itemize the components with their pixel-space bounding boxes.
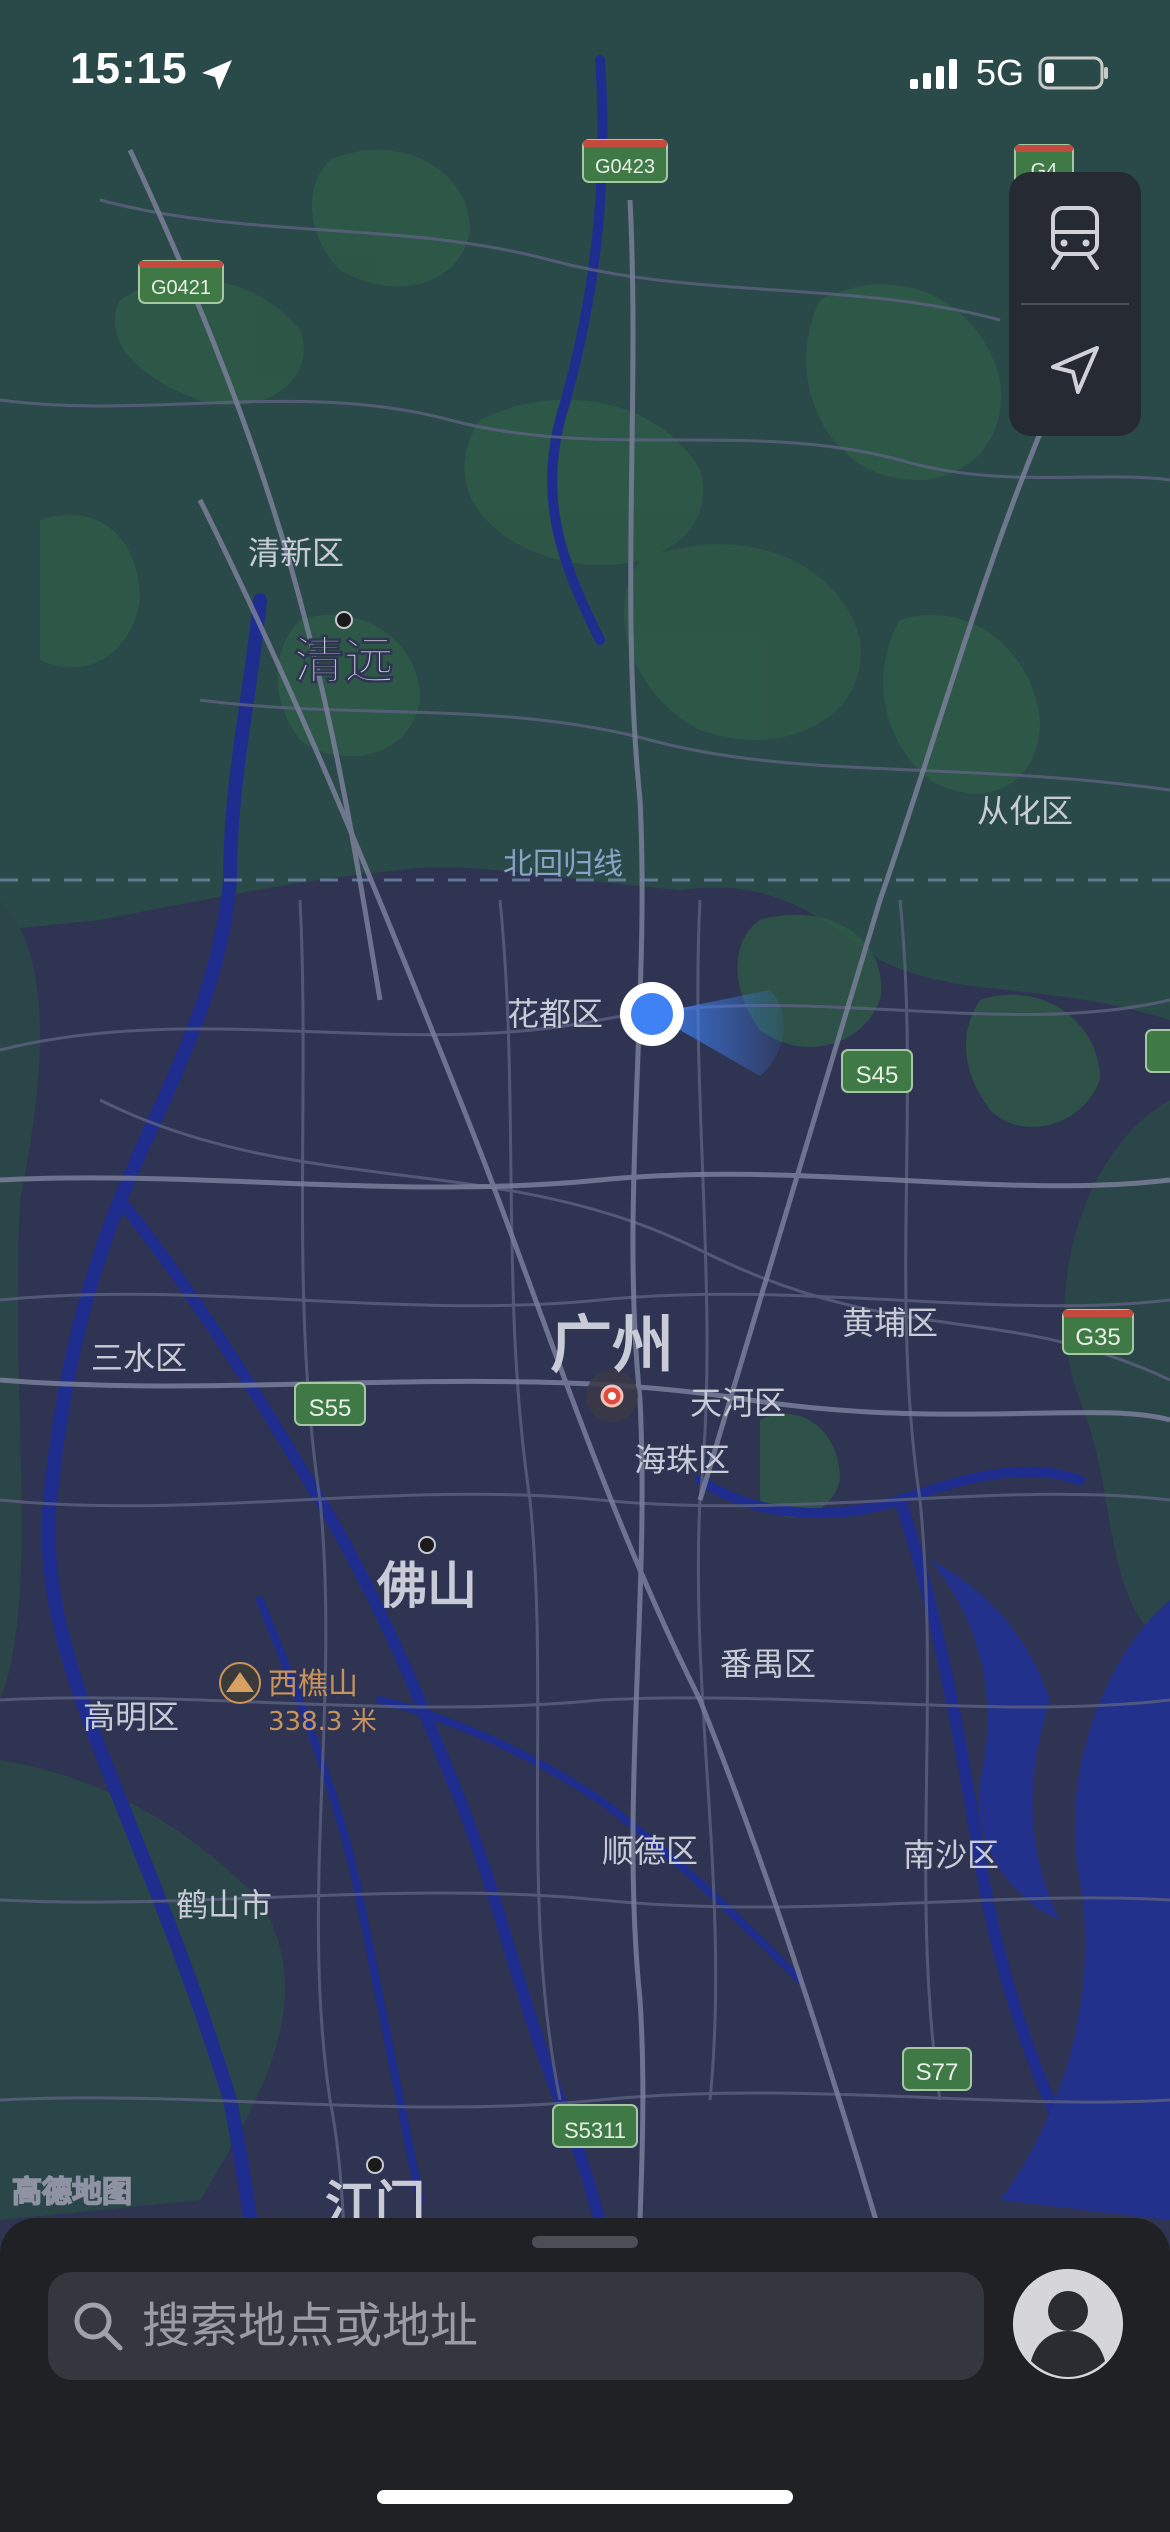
map-controls — [1009, 172, 1141, 436]
district-label[interactable]: 海珠区 — [634, 1441, 730, 1479]
city-label[interactable]: 清远 — [294, 632, 395, 691]
district-label[interactable]: 番禺区 — [720, 1645, 816, 1683]
district-label[interactable]: 天河区 — [690, 1384, 786, 1422]
svg-text:S5311: S5311 — [564, 2118, 626, 2143]
road-shield: G0423 — [582, 139, 668, 183]
city-dot — [418, 1536, 436, 1554]
svg-text:S45: S45 — [856, 1062, 899, 1089]
poi-name: 西樵山 — [268, 1667, 358, 1702]
road-shield: G35 — [1062, 1309, 1134, 1355]
svg-text:G35: G35 — [1075, 1324, 1120, 1351]
location-services-icon — [202, 60, 232, 90]
home-indicator — [377, 2490, 793, 2504]
status-bar: 15:15 5G — [0, 0, 1170, 140]
road-shield: G0421 — [138, 260, 224, 304]
city-dot — [335, 611, 353, 629]
district-label[interactable]: 高明区 — [83, 1698, 179, 1736]
battery-icon — [1038, 56, 1108, 90]
district-label[interactable]: 清新区 — [248, 534, 344, 572]
train-icon — [1051, 206, 1099, 270]
district-label[interactable]: 南沙区 — [903, 1836, 999, 1874]
transit-button[interactable] — [1009, 172, 1141, 304]
district-label[interactable]: 黄埔区 — [842, 1304, 938, 1342]
city-label[interactable]: 广州 — [550, 1308, 674, 1381]
city-label[interactable]: 佛山 — [376, 1557, 477, 1615]
avatar-button[interactable] — [1013, 2269, 1123, 2379]
locate-me-button[interactable] — [1009, 304, 1141, 436]
road-shield: S55 — [294, 1382, 366, 1426]
svg-text:G0421: G0421 — [151, 277, 211, 299]
map-canvas[interactable]: 北回归线 G0423 G4 G0421 S45 S55 G35 S77 S531… — [0, 0, 1170, 2532]
road-shield: S5311 — [552, 2104, 638, 2148]
signal-bars-icon — [909, 59, 957, 89]
tropic-line-label: 北回归线 — [503, 847, 623, 882]
svg-text:S55: S55 — [309, 1395, 352, 1422]
poi-elevation: 338.3 米 — [268, 1707, 377, 1737]
city-dot — [366, 2156, 384, 2174]
search-input[interactable] — [140, 2297, 964, 2355]
district-label[interactable]: 三水区 — [91, 1339, 187, 1377]
location-arrow-icon — [1051, 346, 1099, 394]
sheet-grabber[interactable] — [532, 2236, 638, 2248]
district-label[interactable]: 鹤山市 — [176, 1886, 272, 1924]
network-type: 5G — [975, 52, 1024, 93]
search-icon — [74, 2302, 123, 2351]
district-label[interactable]: 花都区 — [507, 995, 603, 1033]
bottom-sheet[interactable] — [0, 2218, 1170, 2532]
road-shield: S77 — [902, 2047, 972, 2091]
status-right-group: 5G — [909, 52, 1110, 94]
svg-text:S77: S77 — [916, 2059, 959, 2086]
district-label[interactable]: 从化区 — [977, 792, 1073, 830]
road-shield: S45 — [841, 1049, 913, 1093]
svg-text:G0423: G0423 — [595, 156, 655, 178]
search-bar[interactable] — [48, 2272, 984, 2380]
provider-logo: 高德地图 — [12, 2175, 132, 2210]
road-shield — [1145, 1029, 1170, 1073]
district-label[interactable]: 顺德区 — [602, 1832, 698, 1870]
status-time: 15:15 — [70, 44, 188, 93]
person-icon — [1013, 2269, 1123, 2379]
